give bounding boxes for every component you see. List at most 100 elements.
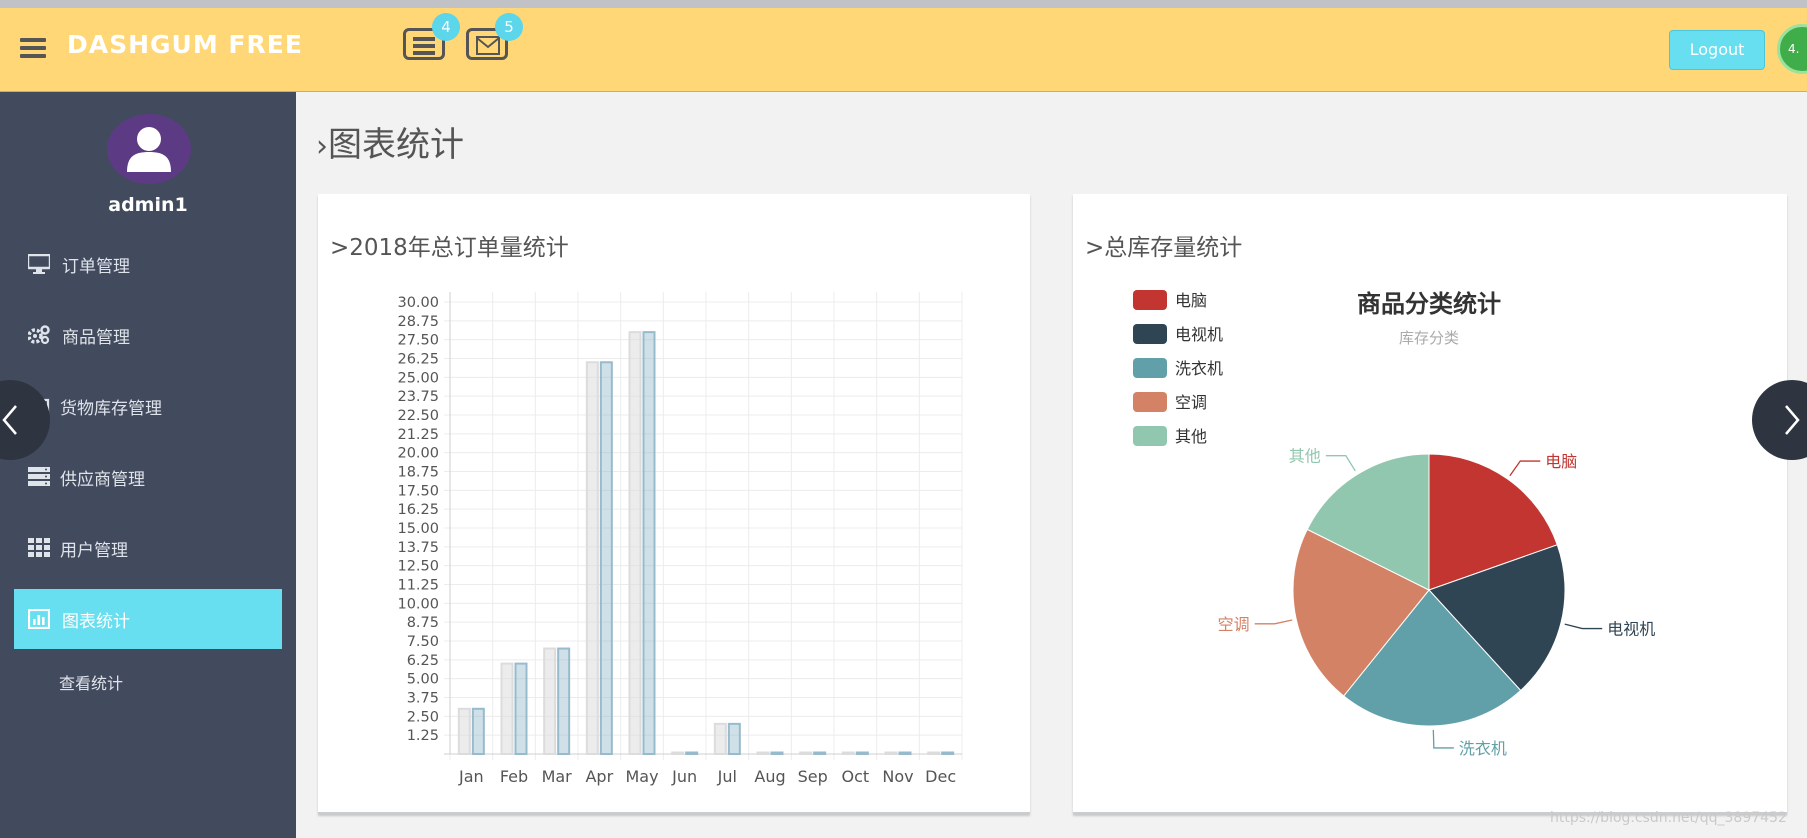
y-tick-label: 1.25	[407, 728, 439, 744]
bar[interactable]	[685, 751, 699, 755]
gears-icon	[28, 325, 50, 345]
top-header: DASHGUM FREE 4 5 Logout 4.	[0, 0, 1807, 92]
legend-label[interactable]: 空调	[1175, 393, 1207, 412]
x-tick-label: Apr	[585, 767, 613, 786]
legend-swatch[interactable]	[1133, 324, 1167, 344]
legend-label[interactable]: 洗衣机	[1175, 359, 1223, 378]
mail-badge: 5	[495, 13, 523, 41]
bar[interactable]	[585, 361, 599, 755]
y-tick-label: 10.00	[397, 596, 439, 612]
page-title: ›图表统计	[316, 125, 464, 165]
x-tick-label: Jan	[458, 767, 484, 786]
bar[interactable]	[514, 662, 528, 756]
pie-label: 其他	[1289, 447, 1321, 466]
y-tick-label: 12.50	[397, 559, 439, 575]
legend-label[interactable]: 电脑	[1175, 291, 1207, 310]
bar[interactable]	[799, 751, 813, 755]
y-tick-label: 6.25	[407, 653, 439, 669]
x-tick-label: Mar	[542, 767, 573, 786]
y-tick-label: 26.25	[397, 352, 439, 368]
y-tick-label: 21.25	[397, 427, 439, 443]
inventory-chart-panel: >总库存量统计 商品分类统计 库存分类 电脑 电视机 洗衣机 空调 其他 电脑 电视机 洗衣机 空调…	[1073, 194, 1787, 814]
bar[interactable]	[457, 707, 471, 755]
panel-title: >2018年总订单量统计	[330, 235, 569, 261]
sidebar-item-users[interactable]: 用户管理	[14, 518, 282, 578]
x-tick-label: Nov	[882, 767, 913, 786]
bar[interactable]	[927, 751, 941, 755]
bar[interactable]	[756, 751, 770, 755]
server-icon	[28, 467, 50, 486]
logout-button[interactable]: Logout	[1669, 30, 1765, 70]
y-tick-label: 2.50	[407, 709, 439, 725]
bar[interactable]	[500, 662, 514, 756]
legend-swatch[interactable]	[1133, 392, 1167, 412]
bar[interactable]	[543, 647, 557, 755]
y-tick-label: 7.50	[407, 634, 439, 650]
bar[interactable]	[841, 751, 855, 755]
chart-title: 商品分类统计	[1357, 290, 1501, 318]
x-tick-label: Dec	[925, 767, 956, 786]
y-tick-label: 17.50	[397, 483, 439, 499]
avatar[interactable]	[107, 114, 191, 184]
y-tick-label: 3.75	[407, 691, 439, 707]
brand-logo[interactable]: DASHGUM FREE	[67, 30, 303, 59]
sidebar-item-inventory[interactable]: 货物库存管理	[14, 376, 282, 436]
orders-chart-panel: >2018年总订单量统计 1.25 2.50 3.75 5.00 6.25 7.50 8.7…	[318, 194, 1030, 814]
y-tick-label: 13.75	[397, 540, 439, 556]
bar-chart-icon	[28, 609, 50, 629]
pie-leader-line	[1325, 455, 1356, 472]
bar[interactable]	[628, 331, 642, 755]
x-tick-label: May	[625, 767, 658, 786]
pie-leader-line	[1509, 460, 1541, 477]
y-tick-label: 23.75	[397, 389, 439, 405]
legend-label[interactable]: 电视机	[1175, 325, 1223, 344]
bar[interactable]	[599, 361, 613, 755]
desktop-icon	[28, 254, 50, 274]
bar[interactable]	[471, 707, 485, 755]
sidebar-item-suppliers[interactable]: 供应商管理	[14, 447, 282, 507]
bar[interactable]	[941, 751, 955, 755]
hamburger-icon[interactable]	[20, 38, 46, 58]
legend-swatch[interactable]	[1133, 290, 1167, 310]
bar[interactable]	[855, 751, 869, 755]
tasks-button[interactable]: 4	[403, 13, 460, 60]
bar[interactable]	[671, 751, 685, 755]
sidebar-item-charts[interactable]: 图表统计	[14, 589, 282, 649]
sidebar-item-products[interactable]: 商品管理	[14, 305, 282, 365]
pie-label: 电视机	[1607, 620, 1655, 639]
sidebar-subitem-view-stats[interactable]: 查看统计	[59, 670, 123, 694]
x-tick-label: Sep	[798, 767, 828, 786]
y-tick-label: 15.00	[397, 521, 439, 537]
pie-label: 电脑	[1545, 452, 1577, 471]
bar[interactable]	[898, 751, 912, 755]
y-tick-label: 16.25	[397, 502, 439, 518]
y-tick-label: 25.00	[397, 370, 439, 386]
panel-title: >总库存量统计	[1085, 235, 1243, 261]
x-tick-label: Aug	[754, 767, 785, 786]
chevron-left-icon	[2, 405, 17, 435]
sidebar-item-orders[interactable]: 订单管理	[14, 234, 282, 294]
y-tick-label: 28.75	[397, 314, 439, 330]
mail-button[interactable]: 5	[466, 13, 523, 60]
legend-label[interactable]: 其他	[1175, 427, 1207, 446]
envelope-icon	[476, 36, 500, 55]
legend-swatch[interactable]	[1133, 358, 1167, 378]
bar[interactable]	[727, 722, 741, 755]
bar[interactable]	[557, 647, 571, 755]
sidebar-item-label: 订单管理	[62, 257, 130, 277]
bar[interactable]	[770, 751, 784, 755]
chart-subtitle: 库存分类	[1399, 329, 1459, 347]
legend-swatch[interactable]	[1133, 426, 1167, 446]
y-tick-label: 11.25	[397, 578, 439, 594]
bar[interactable]	[884, 751, 898, 755]
pie-leader-line	[1564, 623, 1603, 630]
sidebar-item-label: 供应商管理	[60, 470, 145, 490]
bar[interactable]	[642, 331, 656, 755]
bar[interactable]	[813, 751, 827, 755]
tasks-icon	[413, 37, 435, 55]
watermark: https://blog.csdn.net/qq_3897452	[1550, 810, 1787, 826]
bar[interactable]	[713, 722, 727, 755]
corner-badge[interactable]: 4.	[1777, 24, 1807, 74]
chevron-right-icon: ›	[316, 129, 328, 164]
y-tick-label: 30.00	[397, 295, 439, 311]
